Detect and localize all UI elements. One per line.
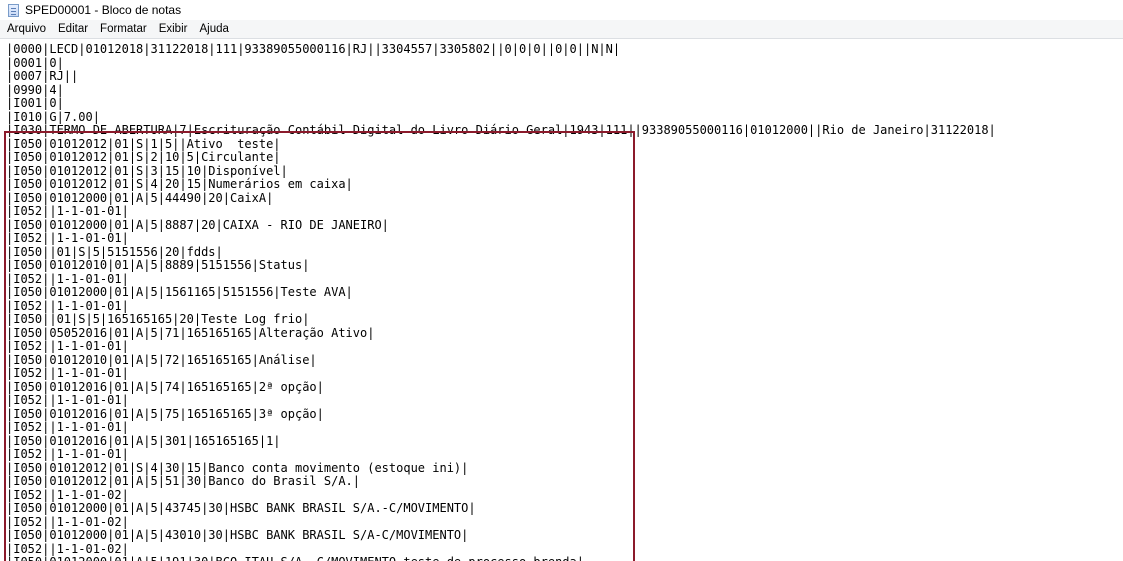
text-line: |I052||1-1-01-02| [6, 541, 129, 556]
notepad-icon [8, 3, 19, 17]
text-line: |I050|01012000|01|A|5|43010|30|HSBC BANK… [6, 528, 469, 542]
text-line: |0990|4| [6, 82, 64, 97]
text-editor[interactable]: |0000|LECD|01012018|31122018|111|9338905… [0, 39, 1123, 561]
text-content: |0000|LECD|01012018|31122018|111|9338905… [6, 42, 996, 561]
text-line: |I050|01012000|01|A|5|1561165|5151556|Te… [6, 285, 353, 299]
text-line: |0000|LECD|01012018|31122018|111|9338905… [6, 42, 621, 56]
text-line: |I050|01012012|01|A|5|51|30|Banco do Bra… [6, 474, 361, 488]
text-line: |I050|01012000|01|A|5|8887|20|CAIXA - RI… [6, 217, 389, 232]
text-line: |I050|01012000|01|A|5|44490|20|CaixA| [6, 190, 274, 205]
text-line: |I050|01012012|01|S|4|30|15|Banco conta … [6, 460, 469, 475]
text-line: |I050|01012016|01|A|5|74|165165165|2ª op… [6, 379, 324, 394]
text-line: |I050|01012016|01|A|5|301|165165165|1| [6, 433, 281, 448]
text-line: |I050|01012012|01|S|3|15|10|Disponível| [6, 163, 288, 178]
menu-exibir[interactable]: Exibir [153, 20, 194, 39]
menu-arquivo[interactable]: Arquivo [0, 20, 52, 39]
text-line: |I001|0| [6, 96, 64, 110]
text-line: |I050|01012012|01|S|4|20|15|Numerários e… [6, 177, 353, 191]
text-line: |0007|RJ|| [6, 69, 79, 83]
text-line: |I050|01012012|01|S|1|5||Ativo teste| [6, 136, 281, 151]
text-line: |I050|01012010|01|A|5|72|165165165|Análi… [6, 352, 317, 367]
text-line: |I052||1-1-01-01| [6, 447, 129, 461]
menu-formatar[interactable]: Formatar [94, 20, 153, 39]
text-line: |I052||1-1-01-01| [6, 366, 129, 380]
text-line: |I052||1-1-01-01| [6, 271, 129, 286]
text-line: |I052||1-1-01-01| [6, 420, 129, 434]
text-line: |I010|G|7.00| [6, 109, 100, 124]
text-line: |I050|01012000|01|A|5|43745|30|HSBC BANK… [6, 501, 476, 515]
menu-editar[interactable]: Editar [52, 20, 94, 39]
text-line: |I050||01|S|5|165165165|20|Teste Log fri… [6, 312, 310, 326]
text-line: |I050|01012016|01|A|5|75|165165165|3ª op… [6, 406, 324, 421]
text-line: |I052||1-1-01-02| [6, 514, 129, 529]
text-line: |I050|01012000|01|A|5|191|30|BCO.ITAU S/… [6, 555, 996, 561]
text-line: |I052||1-1-01-01| [6, 204, 129, 218]
text-line: |I050|05052016|01|A|5|71|165165165|Alter… [6, 325, 375, 340]
menu-bar: Arquivo Editar Formatar Exibir Ajuda [0, 20, 1123, 39]
text-line: |I052||1-1-01-01| [6, 393, 129, 407]
text-line: |I050||01|S|5|5151556|20|fdds| [6, 244, 223, 259]
title-bar[interactable]: SPED00001 - Bloco de notas [0, 0, 1123, 20]
text-line: |I052||1-1-01-01| [6, 339, 129, 353]
text-line: |I050|01012012|01|S|2|10|5|Circulante| [6, 150, 281, 164]
text-line: |I052||1-1-01-01| [6, 231, 129, 245]
menu-ajuda[interactable]: Ajuda [193, 20, 234, 39]
text-line: |I050|01012010|01|A|5|8889|5151556|Statu… [6, 258, 310, 272]
text-line: |I052||1-1-01-01| [6, 298, 129, 313]
text-line: |I030|TERMO DE ABERTURA|7|Escrituração C… [6, 123, 996, 137]
text-line: |0001|0| [6, 55, 64, 70]
window-title: SPED00001 - Bloco de notas [25, 3, 182, 17]
text-line: |I052||1-1-01-02| [6, 487, 129, 502]
